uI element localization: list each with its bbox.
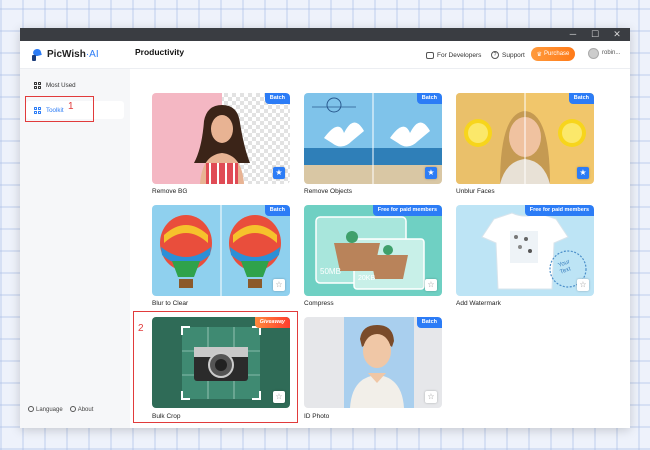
language-label: Language: [36, 407, 63, 413]
tool-label-remove-bg: Remove BG: [152, 188, 188, 195]
batch-badge: Batch: [264, 93, 290, 104]
star-icon[interactable]: ★: [273, 167, 285, 179]
title-bar: ─ ☐ ✕: [20, 28, 630, 41]
free-for-paid-members-badge: Free for paid members: [372, 205, 442, 216]
star-icon[interactable]: ☆: [425, 279, 437, 291]
tool-card-unblur-faces[interactable]: Batch ★: [456, 93, 594, 184]
avatar[interactable]: [588, 48, 599, 59]
app-name: PicWish: [47, 49, 86, 60]
star-icon[interactable]: ★: [577, 167, 589, 179]
question-icon: ?: [491, 51, 499, 59]
purchase-button[interactable]: ♛ Purchase: [531, 47, 575, 61]
purchase-label: Purchase: [544, 51, 570, 57]
star-icon[interactable]: ☆: [273, 279, 285, 291]
tool-card-compress[interactable]: 50MB 20KB Free for paid members ☆: [304, 205, 442, 296]
annotation-box-2: [133, 311, 298, 423]
section-title: Productivity: [135, 47, 185, 57]
batch-badge: Batch: [416, 317, 442, 328]
free-for-paid-members-badge: Free for paid members: [524, 205, 594, 216]
globe-icon: [28, 406, 34, 412]
size-after-label: 20KB: [358, 275, 376, 282]
info-icon: [69, 406, 76, 412]
app-name-suffix: ·AI: [85, 49, 99, 60]
annotation-box-1: [25, 96, 94, 122]
batch-badge: Batch: [568, 93, 594, 104]
tool-card-blur-to-clear[interactable]: Batch ☆: [152, 205, 290, 296]
id-photo-thumbnail: [304, 317, 442, 408]
sidebar: Most Used Toolkit Language About: [20, 69, 130, 428]
tool-card-id-photo[interactable]: Batch ☆: [304, 317, 442, 408]
tool-card-remove-objects[interactable]: Batch ★: [304, 93, 442, 184]
star-icon[interactable]: ☆: [577, 279, 589, 291]
crown-icon: ♛: [536, 51, 543, 58]
add-watermark-thumbnail: [456, 205, 594, 296]
for-developers-link[interactable]: For Developers: [426, 49, 481, 61]
tool-label-unblur-faces: Unblur Faces: [456, 188, 495, 195]
sidebar-footer: Language About: [28, 406, 93, 413]
username[interactable]: robin...: [602, 50, 620, 56]
size-before-label: 50MB: [320, 267, 341, 276]
support-link[interactable]: ? Support: [491, 49, 525, 61]
sidebar-item-most-used[interactable]: Most Used: [26, 76, 124, 94]
remove-objects-thumbnail: [304, 93, 442, 184]
app-logo: PicWish·AI: [32, 47, 99, 62]
remove-bg-thumbnail: [152, 93, 290, 184]
tool-label-remove-objects: Remove Objects: [304, 188, 353, 195]
minimize-icon[interactable]: ─: [564, 28, 582, 41]
for-developers-label: For Developers: [437, 51, 482, 59]
close-icon[interactable]: ✕: [608, 28, 626, 41]
annotation-number-2: 2: [138, 323, 144, 334]
tool-label-add-watermark: Add Watermark: [456, 300, 501, 307]
compress-thumbnail: [304, 205, 442, 296]
about-label: About: [77, 407, 94, 413]
blur-to-clear-thumbnail: [152, 205, 290, 296]
unblur-faces-thumbnail: [456, 93, 594, 184]
picwish-logo-icon: [32, 49, 43, 61]
about-link[interactable]: About: [69, 406, 94, 413]
tool-card-remove-bg[interactable]: Batch ★: [152, 93, 290, 184]
annotation-number-1: 1: [68, 101, 74, 112]
batch-badge: Batch: [416, 93, 442, 104]
sidebar-item-label: Most Used: [46, 81, 76, 89]
star-icon[interactable]: ★: [425, 167, 437, 179]
tool-card-add-watermark[interactable]: Your Text Free for paid members ☆: [456, 205, 594, 296]
star-icon[interactable]: ☆: [425, 391, 437, 403]
support-label: Support: [502, 51, 525, 59]
tool-label-compress: Compress: [304, 300, 334, 307]
language-link[interactable]: Language: [28, 406, 63, 413]
tool-label-id-photo: ID Photo: [304, 413, 330, 420]
tool-label-blur-to-clear: Blur to Clear: [152, 300, 189, 307]
grid-icon: [34, 81, 41, 89]
app-header: PicWish·AI For Developers ? Support ♛ Pu…: [20, 41, 630, 69]
developer-icon: [426, 51, 434, 59]
maximize-icon[interactable]: ☐: [586, 28, 604, 41]
batch-badge: Batch: [264, 205, 290, 216]
